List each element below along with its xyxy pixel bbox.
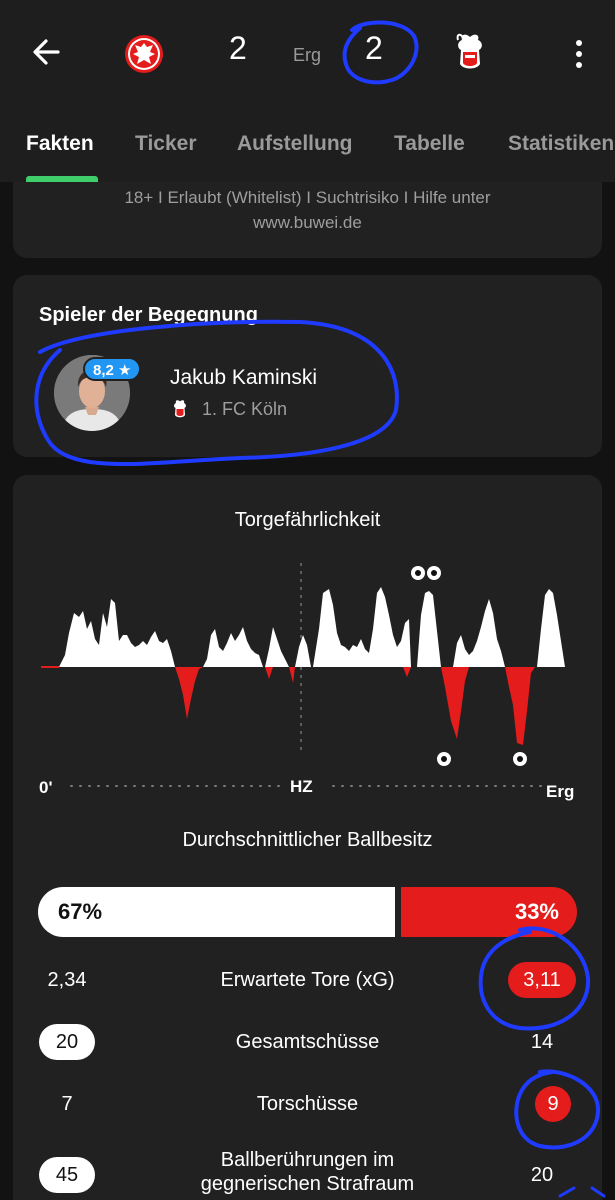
tab-tabelle[interactable]: Tabelle [394,132,465,156]
stat-away-value: 9 [535,1086,571,1122]
possession-away: 33% [401,887,577,937]
stat-row-box-touches: 45 Ballberührungen im gegnerischen Straf… [13,1148,602,1198]
stat-row-shots: 20 Gesamtschüsse 14 [13,1024,602,1074]
match-stats-card: Torgefährlichkeit 0' HZ Erg Durchschnitt… [13,475,602,1200]
home-score: 2 [229,30,247,66]
stat-home-value: 7 [61,1093,73,1115]
stat-row-shots-on-target: 7 Torschüsse 9 [13,1086,602,1136]
stat-label: Gesamtschüsse [235,1031,380,1053]
stat-home-value: 2,34 [47,969,87,991]
disclaimer-link[interactable]: www.buwei.de [13,210,602,235]
goal-threat-chart [41,563,565,787]
betting-disclaimer: 18+ I Erlaubt (Whitelist) I Suchtrisiko … [13,182,602,258]
away-score: 2 [365,30,383,66]
home-goal-ball-icon [411,566,441,580]
possession-title: Durchschnittlicher Ballbesitz [182,829,433,851]
disclaimer-line-1: 18+ I Erlaubt (Whitelist) I Suchtrisiko … [124,188,491,207]
stat-row-xg: 2,34 Erwartete Tore (xG) 3,11 [13,962,602,1012]
chart-end-label: Erg [546,782,575,801]
stat-away-value: 14 [530,1031,554,1053]
player-rating-badge: 8,2 ★ [83,357,142,381]
player-club: 1. FC Köln [202,399,288,419]
tab-statistiken[interactable]: Statistiken [508,132,614,156]
fc-koeln-small-crest-icon [174,400,186,418]
more-options-icon[interactable] [570,38,588,70]
away-threat-area [175,667,535,745]
possession-bar: 67% 33% [38,887,577,937]
eintracht-frankfurt-crest-icon[interactable] [124,32,164,76]
potm-title: Spieler der Begegnung [39,304,258,326]
stat-away-value: 20 [530,1164,554,1186]
tab-bar: Fakten Ticker Aufstellung Tabelle Statis… [0,112,615,182]
chart-halftime-label: HZ [290,777,313,796]
stat-home-value: 20 [39,1024,95,1060]
chart-start-label: 0' [39,778,53,797]
tab-aufstellung[interactable]: Aufstellung [237,132,353,156]
stat-home-value: 45 [39,1157,95,1193]
match-status: Erg [293,45,322,65]
possession-home: 67% [38,887,395,937]
stat-away-value: 3,11 [508,962,576,998]
match-header: 2 Erg 2 [0,0,615,112]
back-arrow-icon[interactable] [28,34,64,70]
tab-fakten[interactable]: Fakten [26,132,94,156]
stat-label: Torschüsse [256,1093,359,1115]
stat-label: Ballberührungen im gegnerischen Strafrau… [200,1149,415,1195]
player-of-the-match-card[interactable]: Spieler der Begegnung 8,2 ★ Jakub Kamins… [13,275,602,457]
player-name[interactable]: Jakub Kaminski [170,366,317,390]
stat-label: Erwartete Tore (xG) [220,969,395,991]
tab-ticker[interactable]: Ticker [135,132,197,156]
fc-koeln-crest-icon[interactable] [450,30,490,74]
threat-chart-title: Torgefährlichkeit [234,509,381,531]
away-goal-ball-icon [437,752,527,766]
home-threat-area [59,587,565,667]
